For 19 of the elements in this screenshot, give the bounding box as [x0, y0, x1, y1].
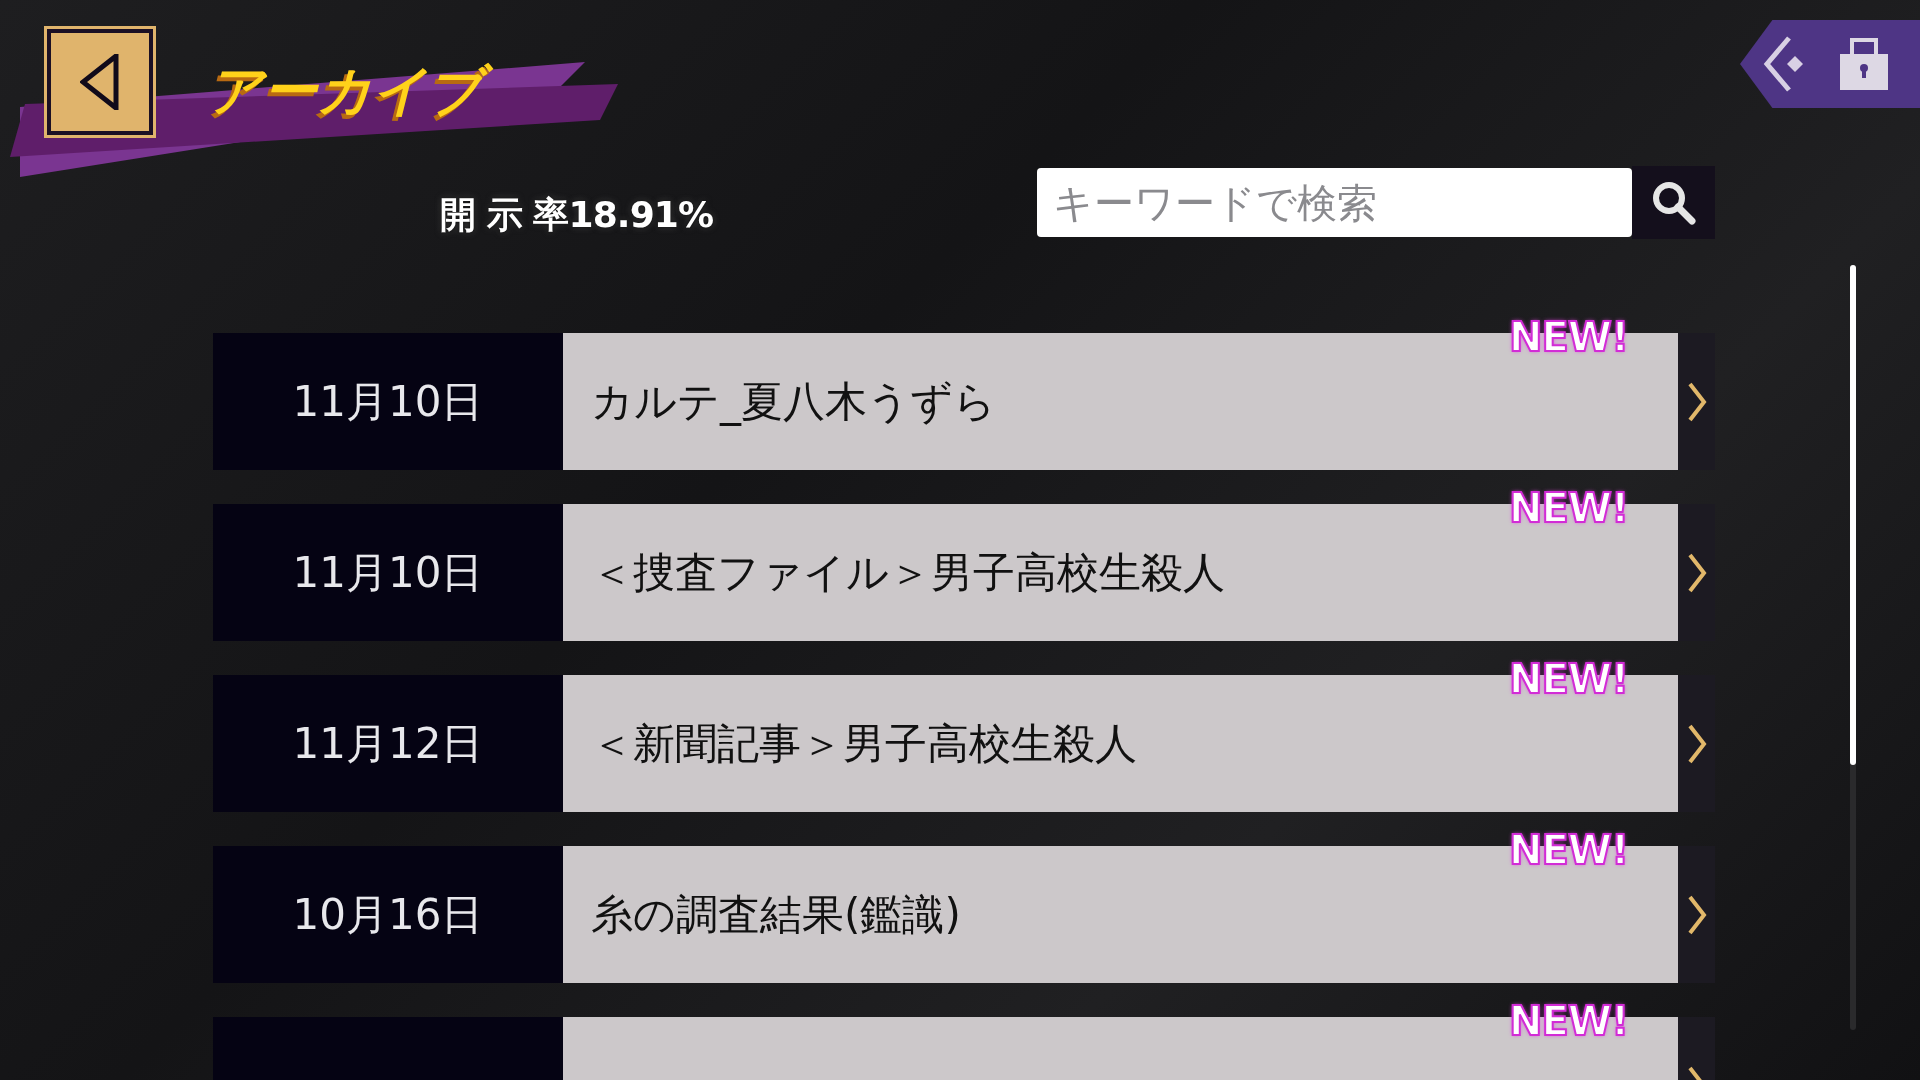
date-cell: 10月16日	[213, 846, 563, 983]
open-button[interactable]	[1678, 846, 1715, 983]
lock-button[interactable]	[1838, 38, 1890, 92]
open-button[interactable]	[1678, 675, 1715, 812]
triangle-left-icon	[80, 54, 120, 110]
open-button[interactable]	[1678, 333, 1715, 470]
date-cell: 11月12日	[213, 675, 563, 812]
search-field[interactable]: キーワードで検索	[1037, 168, 1632, 237]
search-icon	[1650, 179, 1697, 226]
chevron-left-icon	[1761, 34, 1805, 94]
open-button[interactable]	[1678, 504, 1715, 641]
scrollbar-thumb[interactable]	[1850, 265, 1856, 765]
search-button[interactable]	[1632, 166, 1715, 239]
date-cell: 11月10日	[213, 333, 563, 470]
lock-icon	[1838, 38, 1890, 92]
page-title: アーカイブ	[200, 50, 498, 131]
back-button[interactable]	[47, 29, 153, 135]
date-cell: 11月10日	[213, 504, 563, 641]
disclosure-rate: 開 示 率18.91%	[440, 193, 714, 237]
